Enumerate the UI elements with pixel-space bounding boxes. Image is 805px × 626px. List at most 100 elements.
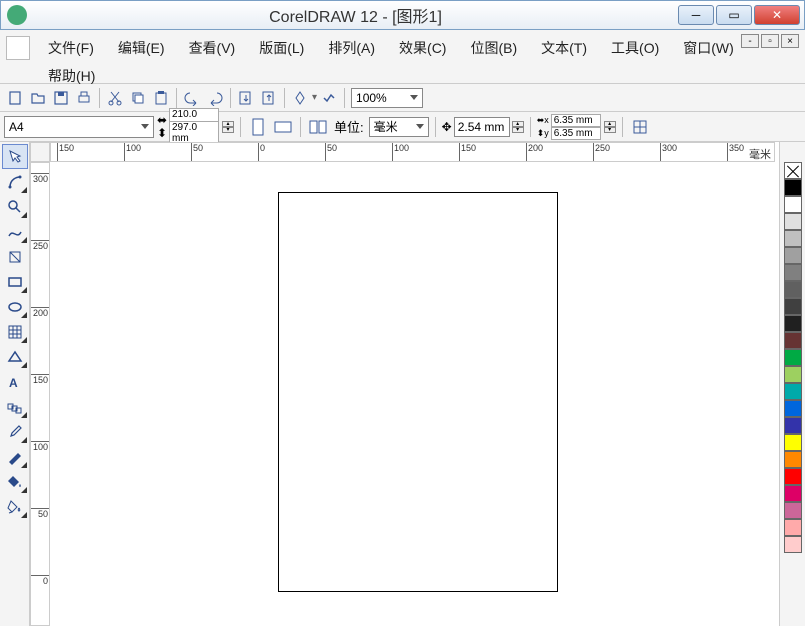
duplicate-offset: ⬌x6.35 mm ⬍y6.35 mm <box>537 114 601 140</box>
color-swatch[interactable] <box>784 349 802 366</box>
redo-icon[interactable] <box>204 87 226 109</box>
ruler-unit-label: 毫米 <box>749 146 771 162</box>
blend-tool[interactable] <box>2 394 28 419</box>
nudge-icon: ✥ <box>442 120 452 134</box>
color-swatch[interactable] <box>784 281 802 298</box>
menu-bitmap[interactable]: 位图(B) <box>458 34 529 62</box>
unit-select[interactable]: 毫米 <box>369 117 429 137</box>
ellipse-tool[interactable] <box>2 294 28 319</box>
menu-view[interactable]: 查看(V) <box>177 34 248 62</box>
color-swatch[interactable] <box>784 536 802 553</box>
app-launcher-icon[interactable] <box>289 87 311 109</box>
copy-icon[interactable] <box>127 87 149 109</box>
color-palette <box>779 142 805 626</box>
ruler-corner[interactable] <box>30 142 50 162</box>
ruler-h-tick: 250 <box>593 143 610 161</box>
mdi-max[interactable]: ▫ <box>761 34 779 48</box>
interactive-fill-tool[interactable] <box>2 494 28 519</box>
color-swatch[interactable] <box>784 298 802 315</box>
unit-value: 毫米 <box>374 118 398 135</box>
text-tool[interactable]: A <box>2 369 28 394</box>
ruler-h-tick: 350 <box>727 143 744 161</box>
menu-edit[interactable]: 编辑(E) <box>106 34 177 62</box>
color-swatch[interactable] <box>784 451 802 468</box>
ruler-h-tick: 0 <box>258 143 265 161</box>
color-swatch[interactable] <box>784 332 802 349</box>
paste-icon[interactable] <box>150 87 172 109</box>
color-swatch[interactable] <box>784 230 802 247</box>
paper-size-select[interactable]: A4 <box>4 116 154 138</box>
color-swatch[interactable] <box>784 264 802 281</box>
outline-tool[interactable] <box>2 444 28 469</box>
minimize-button[interactable]: ─ <box>678 5 714 25</box>
doc-icon[interactable] <box>6 36 30 60</box>
nudge-value[interactable]: 2.54 mm <box>454 117 510 137</box>
zoom-level[interactable]: 100% <box>351 88 423 108</box>
landscape-button[interactable] <box>272 116 294 138</box>
dup-spinner[interactable]: ▴▾ <box>604 121 616 133</box>
smart-draw-tool[interactable] <box>2 244 28 269</box>
nudge-spinner[interactable]: ▴▾ <box>512 121 524 133</box>
zoom-tool[interactable] <box>2 194 28 219</box>
color-swatch[interactable] <box>784 502 802 519</box>
cut-icon[interactable] <box>104 87 126 109</box>
title-bar: CorelDRAW 12 - [图形1] ─ ▭ ✕ <box>0 0 805 30</box>
color-swatch[interactable] <box>784 315 802 332</box>
freehand-tool[interactable] <box>2 219 28 244</box>
color-swatch[interactable] <box>784 213 802 230</box>
close-button[interactable]: ✕ <box>754 5 800 25</box>
dup-y[interactable]: 6.35 mm <box>551 127 601 140</box>
ruler-v-tick: 250 <box>31 240 49 251</box>
dup-x[interactable]: 6.35 mm <box>551 114 601 127</box>
eyedropper-tool[interactable] <box>2 419 28 444</box>
save-icon[interactable] <box>50 87 72 109</box>
color-swatch[interactable] <box>784 400 802 417</box>
menu-tools[interactable]: 工具(O) <box>599 34 671 62</box>
menu-layout[interactable]: 版面(L) <box>247 34 316 62</box>
new-icon[interactable] <box>4 87 26 109</box>
ruler-horizontal[interactable]: 15010050050100150200250300350 <box>50 142 775 162</box>
pick-tool[interactable] <box>2 144 28 169</box>
color-swatch[interactable] <box>784 434 802 451</box>
menu-window[interactable]: 窗口(W) <box>671 34 746 62</box>
no-color-swatch[interactable] <box>784 162 802 179</box>
maximize-button[interactable]: ▭ <box>716 5 752 25</box>
drawing-canvas[interactable] <box>50 162 775 626</box>
unit-label: 单位: <box>334 117 364 136</box>
color-swatch[interactable] <box>784 196 802 213</box>
ruler-h-tick: 50 <box>191 143 203 161</box>
color-swatch[interactable] <box>784 179 802 196</box>
import-icon[interactable] <box>235 87 257 109</box>
print-icon[interactable] <box>73 87 95 109</box>
snap-button[interactable] <box>629 116 651 138</box>
ruler-v-tick: 0 <box>31 575 49 586</box>
color-swatch[interactable] <box>784 519 802 536</box>
pages-button[interactable] <box>307 116 329 138</box>
basic-shapes-tool[interactable] <box>2 344 28 369</box>
export-icon[interactable] <box>258 87 280 109</box>
portrait-button[interactable] <box>247 116 269 138</box>
window-controls: ─ ▭ ✕ <box>678 5 800 25</box>
open-icon[interactable] <box>27 87 49 109</box>
dim-spinner[interactable]: ▴▾ <box>222 121 234 133</box>
menu-arrange[interactable]: 排列(A) <box>316 34 387 62</box>
page[interactable] <box>278 192 558 592</box>
color-swatch[interactable] <box>784 485 802 502</box>
rectangle-tool[interactable] <box>2 269 28 294</box>
shape-tool[interactable] <box>2 169 28 194</box>
color-swatch[interactable] <box>784 383 802 400</box>
menu-effects[interactable]: 效果(C) <box>387 34 458 62</box>
color-swatch[interactable] <box>784 366 802 383</box>
graph-paper-tool[interactable] <box>2 319 28 344</box>
corel-online-icon[interactable] <box>318 87 340 109</box>
menu-text[interactable]: 文本(T) <box>529 34 599 62</box>
color-swatch[interactable] <box>784 417 802 434</box>
ruler-vertical[interactable]: 300250200150100500 <box>30 162 50 626</box>
undo-icon[interactable] <box>181 87 203 109</box>
fill-tool[interactable] <box>2 469 28 494</box>
menu-file[interactable]: 文件(F) <box>36 34 106 62</box>
color-swatch[interactable] <box>784 247 802 264</box>
color-swatch[interactable] <box>784 468 802 485</box>
mdi-close[interactable]: × <box>781 34 799 48</box>
mdi-min[interactable]: - <box>741 34 759 48</box>
